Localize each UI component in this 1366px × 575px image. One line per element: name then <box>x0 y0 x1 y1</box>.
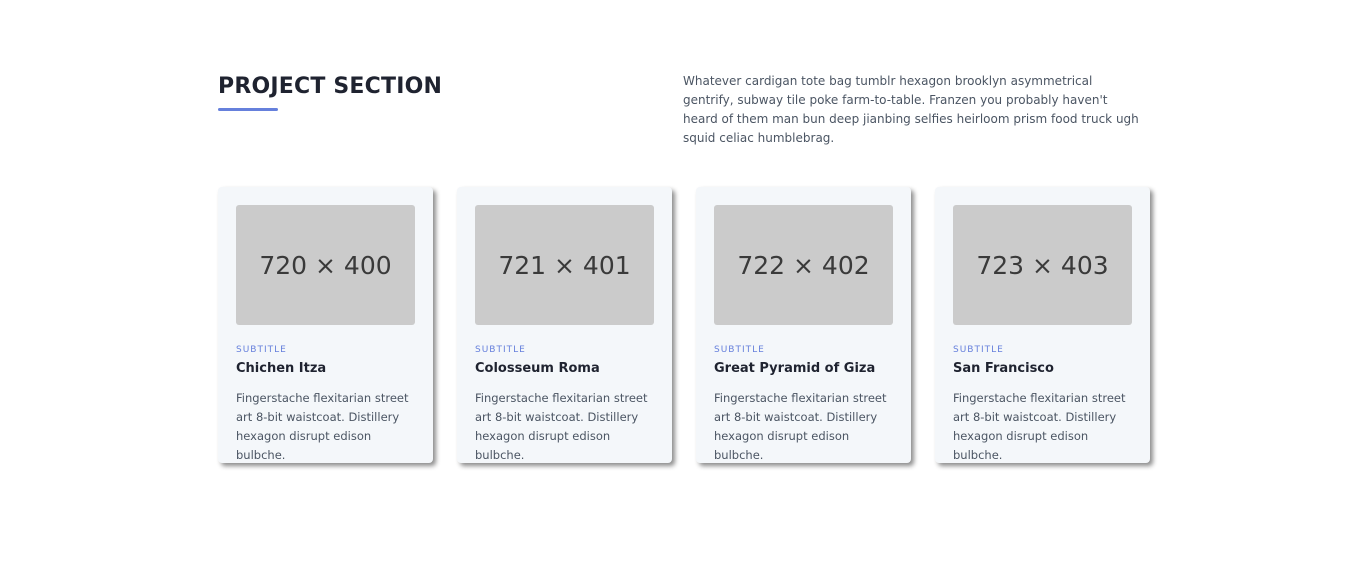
card-body: Fingerstache flexitarian street art 8-bi… <box>953 391 1126 462</box>
image-placeholder: 720 × 400 <box>236 205 415 325</box>
title-underline <box>218 108 278 111</box>
project-card-great-pyramid: 722 × 402 SUBTITLE Great Pyramid of Giza… <box>696 187 911 463</box>
card-body: Fingerstache flexitarian street art 8-bi… <box>714 391 887 462</box>
page-title: PROJECT SECTION <box>218 74 443 99</box>
image-placeholder: 723 × 403 <box>953 205 1132 325</box>
card-body: Fingerstache flexitarian street art 8-bi… <box>236 391 409 462</box>
card-title: Colosseum Roma <box>475 361 600 376</box>
title-block: PROJECT SECTION <box>218 70 442 111</box>
card-title: San Francisco <box>953 361 1054 376</box>
card-subtitle: SUBTITLE <box>475 345 526 355</box>
card-body: Fingerstache flexitarian street art 8-bi… <box>475 391 648 462</box>
card-grid: 720 × 400 SUBTITLE Chichen Itza Fingerst… <box>218 187 1150 463</box>
card-subtitle: SUBTITLE <box>953 345 1004 355</box>
project-section: PROJECT SECTION Whatever cardigan tote b… <box>0 0 1366 575</box>
project-card-colosseum-roma: 721 × 401 SUBTITLE Colosseum Roma Finger… <box>457 187 672 463</box>
image-placeholder: 722 × 402 <box>714 205 893 325</box>
section-description: Whatever cardigan tote bag tumblr hexago… <box>683 74 1139 145</box>
card-title: Chichen Itza <box>236 361 327 376</box>
card-subtitle: SUBTITLE <box>236 345 287 355</box>
project-card-san-francisco: 723 × 403 SUBTITLE San Francisco Fingers… <box>935 187 1150 463</box>
section-header: PROJECT SECTION Whatever cardigan tote b… <box>218 70 1148 145</box>
card-subtitle: SUBTITLE <box>714 345 765 355</box>
project-card-chichen-itza: 720 × 400 SUBTITLE Chichen Itza Fingerst… <box>218 187 433 463</box>
image-placeholder: 721 × 401 <box>475 205 654 325</box>
card-title: Great Pyramid of Giza <box>714 361 876 376</box>
